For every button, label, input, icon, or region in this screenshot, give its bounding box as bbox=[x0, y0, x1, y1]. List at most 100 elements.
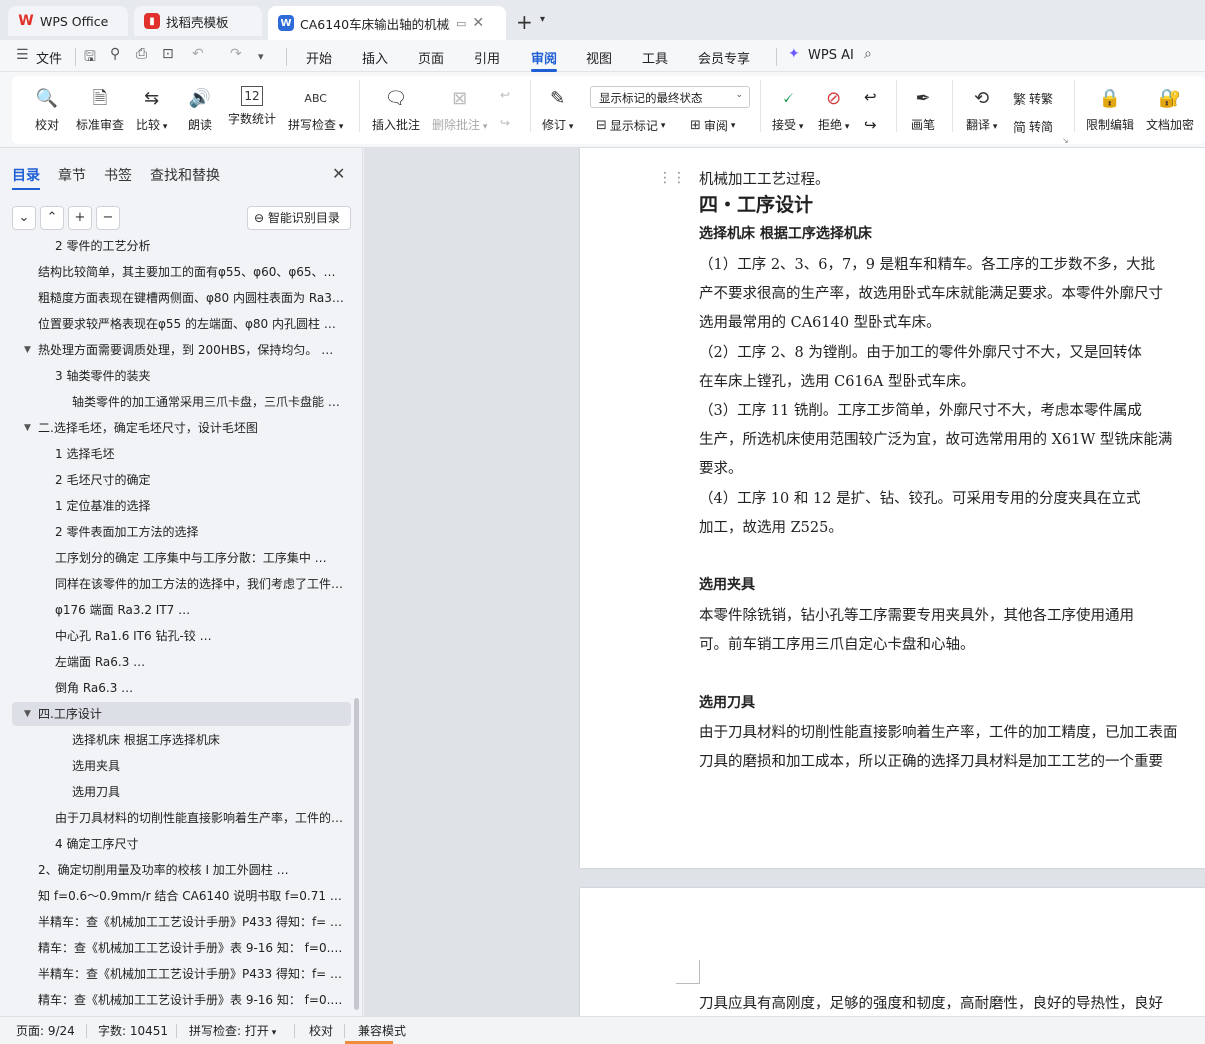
toc-item[interactable]: 位置要求较严格表现在φ55 的左端面、φ80 内孔圆柱 … bbox=[0, 312, 350, 336]
search-icon[interactable]: ⌕ bbox=[864, 46, 872, 62]
toc-item[interactable]: ▼ 二.选择毛坯，确定毛坯尺寸，设计毛坯图 bbox=[0, 416, 350, 440]
toc-item[interactable]: 选用刀具 bbox=[0, 780, 350, 804]
new-tab-icon[interactable]: + bbox=[516, 10, 533, 34]
reject-button[interactable]: ⊘ 拒绝 ▾ bbox=[818, 86, 849, 133]
toc-item[interactable]: φ176 端面 Ra3.2 IT7 … bbox=[0, 598, 350, 622]
print-preview-icon[interactable]: ⊡ bbox=[162, 46, 174, 62]
toc-item[interactable]: 粗糙度方面表现在键槽两侧面、φ80 内圆柱表面为 Ra3 … bbox=[0, 286, 350, 310]
menu-view[interactable]: 视图 bbox=[586, 48, 612, 67]
expand-icon[interactable]: ↘ bbox=[1062, 136, 1069, 145]
markup-state-select[interactable]: 显示标记的最终状态 ⌄ bbox=[590, 86, 750, 108]
undo-icon[interactable]: ↶ bbox=[192, 46, 204, 62]
tab-wps-office[interactable]: W WPS Office bbox=[8, 6, 128, 36]
encrypt-button[interactable]: 🔐 文档加密 bbox=[1146, 86, 1194, 133]
chevron-down-icon[interactable]: ▾ bbox=[258, 50, 264, 63]
tab-find-replace[interactable]: 查找和替换 bbox=[150, 165, 220, 185]
toc-item[interactable]: 选用夹具 bbox=[0, 754, 350, 778]
toc-item[interactable]: 精车：查《机械加工工艺设计手册》表 9-16 知： f=0. … bbox=[0, 936, 350, 960]
page-indicator[interactable]: 页面: 9/24 bbox=[16, 1022, 75, 1039]
close-tab-icon[interactable]: ✕ bbox=[472, 15, 484, 31]
toc-item[interactable]: 由于刀具材料的切削性能直接影响着生产率，工件的 … bbox=[0, 806, 350, 830]
drag-handle-icon[interactable]: ⋮⋮ bbox=[658, 170, 686, 186]
menu-insert[interactable]: 插入 bbox=[362, 48, 388, 67]
tab-chapters[interactable]: 章节 bbox=[58, 165, 86, 185]
save-icon[interactable]: 🖫 bbox=[84, 46, 96, 70]
menu-tools[interactable]: 工具 bbox=[642, 48, 668, 67]
spell-check-indicator[interactable]: 拼写检查: 打开 ▾ bbox=[189, 1022, 276, 1039]
expand-arrow-icon[interactable]: ▼ bbox=[24, 702, 31, 726]
print-icon[interactable]: ⎙ bbox=[136, 46, 147, 62]
toc-item[interactable]: 工序划分的确定 工序集中与工序分散：工序集中 … bbox=[0, 546, 350, 570]
wps-ai-icon[interactable]: ✦ bbox=[788, 46, 800, 62]
toc-item[interactable]: 中心孔 Ra1.6 IT6 钻孔-铰 … bbox=[0, 624, 350, 648]
toc-item[interactable]: 半精车：查《机械加工工艺设计手册》P433 得知：f= … bbox=[0, 962, 350, 986]
hamburger-icon[interactable]: ☰ bbox=[16, 47, 29, 63]
remove-heading-button[interactable]: − bbox=[96, 206, 120, 230]
toc-item[interactable]: 2、确定切削用量及功率的校核 I 加工外圆柱 … bbox=[0, 858, 350, 882]
share-icon[interactable]: ⚲ bbox=[110, 46, 120, 62]
toc-item[interactable]: 轴类零件的加工通常采用三爪卡盘，三爪卡盘能 … bbox=[0, 390, 350, 414]
scrollbar[interactable] bbox=[354, 698, 359, 1010]
toc-item[interactable]: 知 f=0.6～0.9mm/r 结合 CA6140 说明书取 f=0.71 m … bbox=[0, 884, 350, 908]
menu-review[interactable]: 审阅 bbox=[531, 48, 557, 67]
toc-item[interactable]: 精车：查《机械加工工艺设计手册》表 9-16 知： f=0. … bbox=[0, 988, 350, 1012]
toc-item[interactable]: 半精车：查《机械加工工艺设计手册》P433 得知：f= … bbox=[0, 910, 350, 934]
accept-button[interactable]: 🗸 接受 ▾ bbox=[772, 86, 803, 133]
toc-item[interactable]: 1 选择毛坯 bbox=[0, 442, 350, 466]
toc-item[interactable]: 2 零件的工艺分析 bbox=[0, 238, 350, 258]
proofread-button[interactable]: 🔍 校对 bbox=[34, 86, 60, 133]
collapse-up-button[interactable]: ⌃ bbox=[40, 206, 64, 230]
previous-change-icon[interactable]: ↩ bbox=[864, 88, 877, 106]
toc-item[interactable]: 3 轴类零件的装夹 bbox=[0, 364, 350, 388]
next-comment-icon[interactable]: ↪ bbox=[500, 116, 510, 130]
pen-button[interactable]: ✒ 画笔 bbox=[910, 86, 936, 133]
collapse-down-button[interactable]: ⌄ bbox=[12, 206, 36, 230]
revise-button[interactable]: ✎ 修订 ▾ bbox=[542, 86, 573, 133]
toc-item[interactable]: 倒角 Ra6.3 … bbox=[0, 676, 350, 700]
toc-item[interactable]: 选择机床 根据工序选择机床 bbox=[0, 728, 350, 752]
toc-item[interactable]: 2 毛坯尺寸的确定 bbox=[0, 468, 350, 492]
insert-comment-button[interactable]: 🗨 插入批注 bbox=[372, 86, 420, 133]
menu-wps-ai[interactable]: WPS AI bbox=[808, 48, 854, 63]
spell-check-button[interactable]: ABC 拼写检查 ▾ bbox=[288, 86, 343, 133]
read-aloud-button[interactable]: 🔊 朗读 bbox=[187, 86, 213, 133]
toc-item[interactable]: 同样在该零件的加工方法的选择中，我们考虑了工件 … bbox=[0, 572, 350, 596]
previous-comment-icon[interactable]: ↩ bbox=[500, 88, 510, 102]
screen-icon[interactable]: ▭ bbox=[456, 17, 466, 30]
tab-bookmarks[interactable]: 书签 bbox=[104, 165, 132, 185]
translate-button[interactable]: ⟲ 翻译 ▾ bbox=[966, 86, 997, 133]
add-heading-button[interactable]: + bbox=[68, 206, 92, 230]
proof-indicator[interactable]: 校对 bbox=[309, 1022, 333, 1039]
toc-item[interactable]: ▼ 热处理方面需要调质处理，到 200HBS，保持均匀。 … bbox=[0, 338, 350, 362]
tab-document[interactable]: W CA6140车床输出轴的机械加工 ▭ ✕ bbox=[268, 6, 506, 40]
standard-review-button[interactable]: 🗎 标准审查 bbox=[76, 86, 124, 133]
tab-template[interactable]: ▮ 找稻壳模板 bbox=[134, 6, 262, 36]
menu-member[interactable]: 会员专享 bbox=[698, 48, 750, 67]
close-icon[interactable]: ✕ bbox=[332, 164, 345, 183]
toc-item[interactable]: 4 确定工序尺寸 bbox=[0, 832, 350, 856]
to-traditional-button[interactable]: 繁 转繁 bbox=[1013, 89, 1053, 108]
toc-item[interactable]: ▼ 四.工序设计 bbox=[12, 702, 351, 726]
review-pane-button[interactable]: ⊞ 审阅 ▾ bbox=[690, 117, 735, 134]
menu-file[interactable]: 文件 bbox=[36, 48, 62, 67]
redo-icon[interactable]: ↷ bbox=[230, 46, 242, 62]
delete-comment-button[interactable]: ⊠ 删除批注 ▾ bbox=[432, 86, 487, 133]
toc-item[interactable]: 左端面 Ra6.3 … bbox=[0, 650, 350, 674]
show-markup-button[interactable]: ⊟ 显示标记 ▾ bbox=[596, 117, 665, 134]
word-count-button[interactable]: 12 字数统计 bbox=[228, 86, 276, 127]
expand-arrow-icon[interactable]: ▼ bbox=[24, 338, 31, 362]
tab-toc[interactable]: 目录 bbox=[12, 165, 40, 185]
next-change-icon[interactable]: ↪ bbox=[864, 116, 877, 134]
smart-toc-button[interactable]: ⊖ 智能识别目录 bbox=[247, 206, 351, 230]
menu-page[interactable]: 页面 bbox=[418, 48, 444, 67]
toc-item[interactable]: 1 定位基准的选择 bbox=[0, 494, 350, 518]
toc-item[interactable]: 结构比较简单，其主要加工的面有φ55、φ60、φ65、… bbox=[0, 260, 350, 284]
toc-item[interactable]: 2 零件表面加工方法的选择 bbox=[0, 520, 350, 544]
chevron-down-icon[interactable]: ▾ bbox=[540, 14, 545, 25]
menu-start[interactable]: 开始 bbox=[306, 48, 332, 67]
word-count-indicator[interactable]: 字数: 10451 bbox=[98, 1022, 168, 1039]
menu-references[interactable]: 引用 bbox=[474, 48, 500, 67]
expand-arrow-icon[interactable]: ▼ bbox=[24, 416, 31, 440]
compare-button[interactable]: ⇆ 比较 ▾ bbox=[136, 86, 167, 133]
restrict-editing-button[interactable]: 🔒 限制编辑 bbox=[1086, 86, 1134, 133]
